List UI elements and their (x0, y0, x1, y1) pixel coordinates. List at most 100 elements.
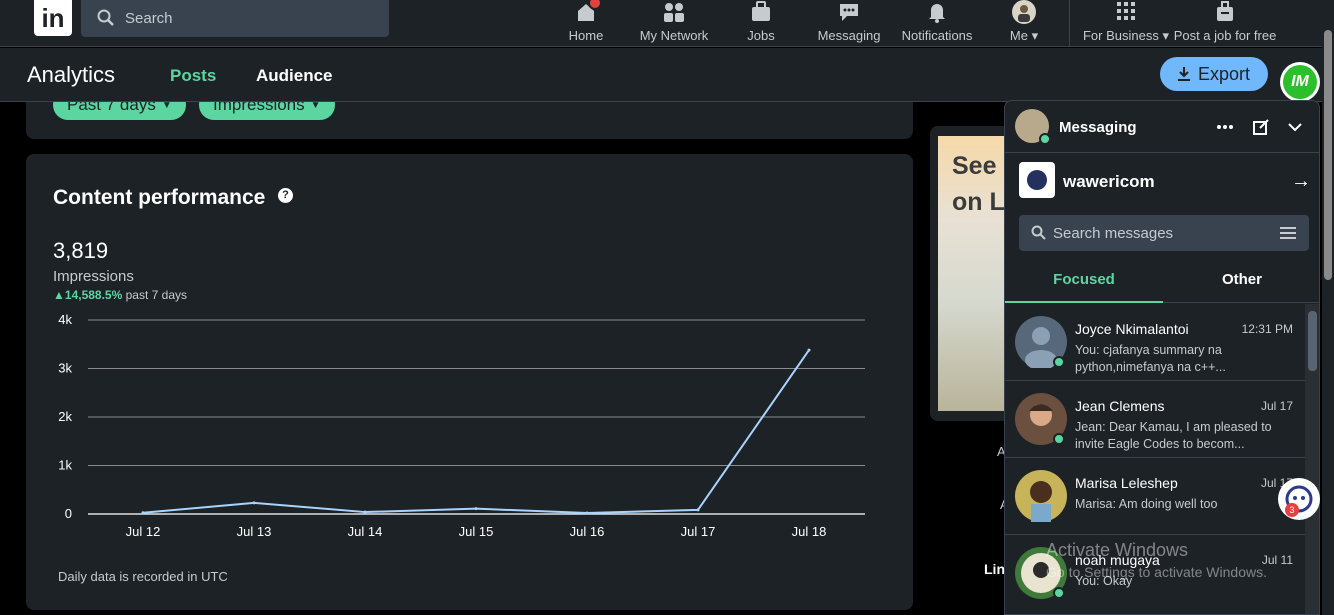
account-name: wawericom (1063, 172, 1155, 191)
messaging-title: Messaging (1059, 119, 1137, 136)
message-snippet: Marisa: Am doing well too (1075, 497, 1218, 511)
grid-icon (1117, 2, 1135, 20)
briefcase-icon (752, 1, 770, 21)
scrollbar-thumb[interactable] (1308, 311, 1317, 371)
download-icon (1178, 67, 1190, 81)
tab-posts[interactable]: Posts (170, 66, 216, 86)
arrow-right-icon[interactable]: → (1291, 170, 1311, 193)
data-point[interactable] (807, 348, 811, 352)
messaging-header[interactable]: Messaging (1005, 101, 1319, 153)
data-point[interactable] (363, 510, 367, 514)
company-logo (1019, 162, 1055, 198)
extension-badge-label: IM (1283, 65, 1317, 99)
ad-panel[interactable]: See on L (930, 126, 1010, 421)
y-tick-label: 4k (58, 312, 72, 327)
avatar (1012, 0, 1036, 24)
data-point[interactable] (585, 511, 589, 515)
data-point[interactable] (252, 501, 256, 505)
nav-post-job[interactable]: Post a job for free (1172, 0, 1278, 47)
nav-label: Me (1009, 28, 1028, 43)
conversation-item[interactable]: Marisa Leleshep Jul 17 Marisa: Am doing … (1005, 458, 1305, 535)
tab-audience[interactable]: Audience (256, 66, 333, 86)
caret-down-icon: ▾ (1162, 28, 1170, 43)
message-time: 12:31 PM (1241, 322, 1293, 336)
notification-dot (588, 0, 602, 10)
ad-text-line1: See (952, 152, 997, 180)
impressions-delta: ▲14,588.5% past 7 days (53, 288, 187, 302)
nav-label: For Business (1082, 28, 1159, 43)
caret-down-icon: ▼ (161, 102, 172, 112)
export-label: Export (1198, 63, 1251, 84)
message-snippet: You: cjafanya summary na python,nimefany… (1075, 343, 1226, 374)
export-button[interactable]: Export (1160, 57, 1268, 91)
nav-home[interactable]: Home (566, 0, 606, 47)
nav-messaging[interactable]: Messaging (816, 0, 882, 47)
online-dot (1053, 433, 1065, 445)
nav-label: Home (568, 28, 604, 43)
window-scrollbar-thumb[interactable] (1324, 30, 1332, 280)
ad-text-line2: on L (952, 188, 1005, 216)
nav-label: Notifications (901, 28, 973, 43)
linkedin-logo[interactable]: in (34, 0, 72, 36)
conversation-item[interactable]: Joyce Nkimalantoi 12:31 PM You: cjafanya… (1005, 304, 1305, 381)
tab-other[interactable]: Other (1163, 259, 1319, 303)
message-search[interactable] (1019, 215, 1309, 251)
messaging-panel: Messaging wawericom → Focused Other Joyc… (1004, 100, 1320, 615)
help-icon[interactable]: ? (278, 188, 293, 203)
nav-label: Jobs (747, 28, 775, 43)
search-bar[interactable] (81, 0, 389, 37)
more-icon[interactable] (1215, 117, 1235, 137)
job-post-icon (1217, 1, 1233, 21)
search-input[interactable] (125, 0, 375, 37)
x-tick-label: Jul 12 (126, 524, 161, 539)
chevron-down-icon[interactable] (1285, 117, 1305, 137)
nav-notifications[interactable]: Notifications (898, 0, 976, 47)
x-tick-label: Jul 14 (348, 524, 383, 539)
impressions-chart: 0 1k 2k 3k 4k Jul 12 Jul 13 Jul 14 Jul 15 Jul 16 J… (58, 312, 865, 539)
caret-down-icon: ▼ (310, 102, 321, 112)
contact-name: Jean Clemens (1075, 398, 1165, 414)
nav-jobs[interactable]: Jobs (744, 0, 778, 47)
impressions-total: 3,819 (53, 238, 109, 263)
search-icon (97, 9, 114, 26)
search-icon (1031, 225, 1046, 240)
y-tick-label: 1k (58, 458, 72, 473)
nav-for-business[interactable]: For Business ▾ (1082, 0, 1170, 47)
x-tick-label: Jul 15 (459, 524, 494, 539)
data-point[interactable] (141, 511, 145, 515)
period-filter[interactable]: Past 7 days ▼ (53, 102, 186, 120)
message-time: Jul 17 (1260, 399, 1293, 413)
nav-label: Messaging (817, 28, 881, 43)
conversation-item[interactable]: Jean Clemens Jul 17 Jean: Dear Kamau, I … (1005, 381, 1305, 458)
message-icon (840, 4, 858, 21)
people-icon (664, 3, 684, 22)
chat-bot-button[interactable] (1278, 478, 1320, 520)
page-title: Analytics (27, 62, 116, 87)
data-point[interactable] (696, 508, 700, 512)
extension-badge[interactable]: IM (1280, 62, 1320, 102)
period-filter-label: Past 7 days (67, 102, 156, 114)
online-dot (1053, 587, 1065, 599)
delta-period: past 7 days (125, 288, 187, 302)
filter-icon[interactable] (1279, 225, 1297, 241)
sidebar-text: Lin (984, 561, 1005, 577)
x-tick-label: Jul 17 (681, 524, 716, 539)
activation-watermark-text: Go to Settings to activate Windows. (1046, 564, 1267, 580)
account-switcher[interactable]: wawericom → (1005, 154, 1319, 208)
online-dot (1039, 133, 1051, 145)
nav-label: Post a job for free (1173, 28, 1277, 43)
y-tick-label: 2k (58, 409, 72, 424)
nav-divider (1069, 0, 1070, 47)
data-point[interactable] (474, 507, 478, 511)
impressions-series-line[interactable] (142, 349, 810, 515)
avatar (1015, 470, 1067, 522)
filter-card: Past 7 days ▼ Impressions ▼ (26, 102, 913, 139)
nav-my-network[interactable]: My Network (636, 0, 712, 47)
nav-me[interactable]: Me ▾ (1004, 0, 1044, 47)
tab-focused[interactable]: Focused (1005, 259, 1163, 303)
y-tick-label: 0 (65, 506, 72, 521)
compose-icon[interactable] (1251, 117, 1271, 137)
metric-filter[interactable]: Impressions ▼ (199, 102, 335, 120)
x-tick-label: Jul 18 (792, 524, 827, 539)
message-search-input[interactable] (1053, 215, 1273, 251)
